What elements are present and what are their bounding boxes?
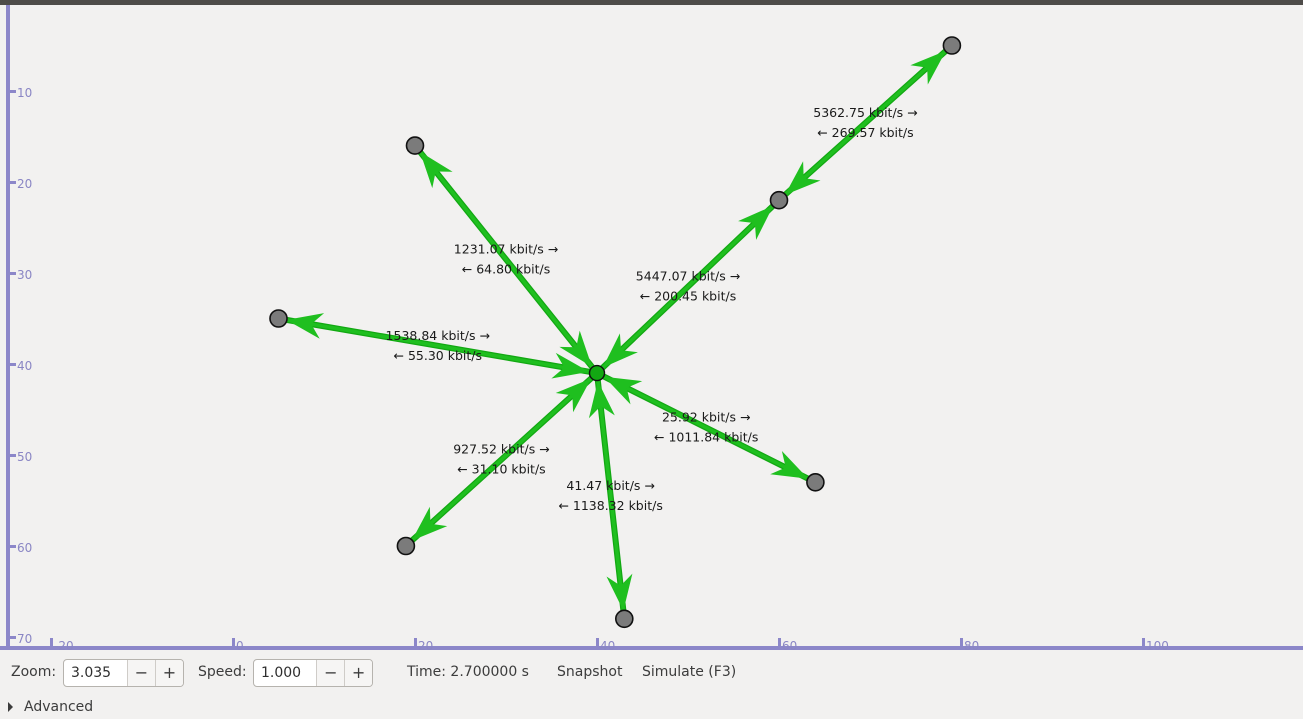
horizontal-ruler xyxy=(0,646,1303,650)
y-tick-mark xyxy=(6,545,16,548)
simulate-button[interactable]: Simulate (F3) xyxy=(642,664,736,680)
x-tick-mark xyxy=(596,638,599,648)
link-rate-back: ← 55.30 kbit/s xyxy=(394,348,482,363)
x-tick-label: -20 xyxy=(54,639,74,650)
x-tick-label: 100 xyxy=(1146,639,1169,650)
link-line-highlight xyxy=(276,316,599,375)
link-rate-forward: 5447.07 kbit/s → xyxy=(636,269,740,284)
simulation-canvas[interactable]: 10 20 30 40 50 60 70 -20 0 20 40 60 80 100 1231.07 kb… xyxy=(0,5,1303,650)
advanced-label: Advanced xyxy=(24,699,94,715)
speed-value[interactable]: 1.000 xyxy=(254,660,316,686)
link-rate-forward: 25.92 kbit/s → xyxy=(662,410,750,425)
link-rate-forward: 5362.75 kbit/s → xyxy=(813,105,917,120)
link-line-highlight xyxy=(404,371,599,548)
network-visualization[interactable]: 10 20 30 40 50 60 70 -20 0 20 40 60 80 100 1231.07 kb… xyxy=(0,5,1303,650)
y-tick-mark xyxy=(6,454,16,457)
link-rate-back: ← 200.45 kbit/s xyxy=(640,289,736,304)
network-node xyxy=(405,136,425,155)
vertical-ruler xyxy=(6,5,10,650)
x-tick-mark xyxy=(50,638,53,648)
speed-label: Speed: xyxy=(198,664,247,680)
zoom-spinbox[interactable]: 3.035 − + xyxy=(63,659,184,687)
x-tick-label: 20 xyxy=(418,639,433,650)
link-line-highlight xyxy=(595,198,781,375)
y-tick-mark xyxy=(6,636,16,639)
y-tick-label: 50 xyxy=(17,450,32,464)
link-rate-back: ← 1011.84 kbit/s xyxy=(654,430,758,445)
y-tick-label: 60 xyxy=(17,541,32,555)
x-tick-label: 60 xyxy=(782,639,797,650)
network-node xyxy=(269,309,288,328)
speed-decrease-button[interactable]: − xyxy=(316,660,345,686)
y-tick-mark xyxy=(6,363,16,366)
link-rate-forward: 41.47 kbit/s → xyxy=(566,478,654,493)
y-tick-label: 70 xyxy=(17,632,32,646)
zoom-value[interactable]: 3.035 xyxy=(64,660,127,686)
link-rate-back: ← 64.80 kbit/s xyxy=(462,261,550,276)
x-tick-label: 40 xyxy=(600,639,615,650)
network-node xyxy=(769,190,789,210)
link-rate-forward: 1231.07 kbit/s → xyxy=(454,241,558,256)
x-tick-mark xyxy=(1142,638,1145,648)
y-tick-mark xyxy=(6,181,16,184)
y-tick-mark xyxy=(6,90,16,93)
zoom-increase-button[interactable]: + xyxy=(154,660,183,686)
link-rate-back: ← 1138.32 kbit/s xyxy=(558,498,662,513)
x-tick-mark xyxy=(232,638,235,648)
y-tick-label: 40 xyxy=(17,359,32,373)
zoom-decrease-button[interactable]: − xyxy=(126,660,155,686)
hub-node xyxy=(588,364,606,382)
network-node xyxy=(942,36,962,55)
expander-arrow-icon xyxy=(8,702,13,712)
network-node xyxy=(396,536,416,556)
y-tick-label: 10 xyxy=(17,86,32,100)
simulation-time: Time: 2.700000 s xyxy=(407,664,529,680)
x-tick-mark xyxy=(414,638,417,648)
speed-increase-button[interactable]: + xyxy=(344,660,372,686)
y-tick-label: 30 xyxy=(17,268,32,282)
network-node xyxy=(806,472,825,492)
y-tick-label: 20 xyxy=(17,177,32,191)
x-tick-mark xyxy=(960,638,963,648)
link-rate-forward: 1538.84 kbit/s → xyxy=(386,328,490,343)
advanced-expander[interactable]: Advanced xyxy=(8,697,93,717)
link-line-highlight xyxy=(777,43,954,202)
link-rate-back: ← 31.10 kbit/s xyxy=(457,462,545,477)
link-rate-back: ← 269.57 kbit/s xyxy=(817,125,913,140)
x-tick-label: 80 xyxy=(964,639,979,650)
x-tick-mark xyxy=(778,638,781,648)
network-node xyxy=(614,609,634,629)
link-line-highlight xyxy=(595,371,818,485)
x-tick-label: 0 xyxy=(236,639,244,650)
zoom-label: Zoom: xyxy=(11,664,57,680)
speed-spinbox[interactable]: 1.000 − + xyxy=(253,659,373,687)
snapshot-button[interactable]: Snapshot xyxy=(557,664,622,680)
y-tick-mark xyxy=(6,272,16,275)
link-rate-forward: 927.52 kbit/s → xyxy=(453,442,549,457)
